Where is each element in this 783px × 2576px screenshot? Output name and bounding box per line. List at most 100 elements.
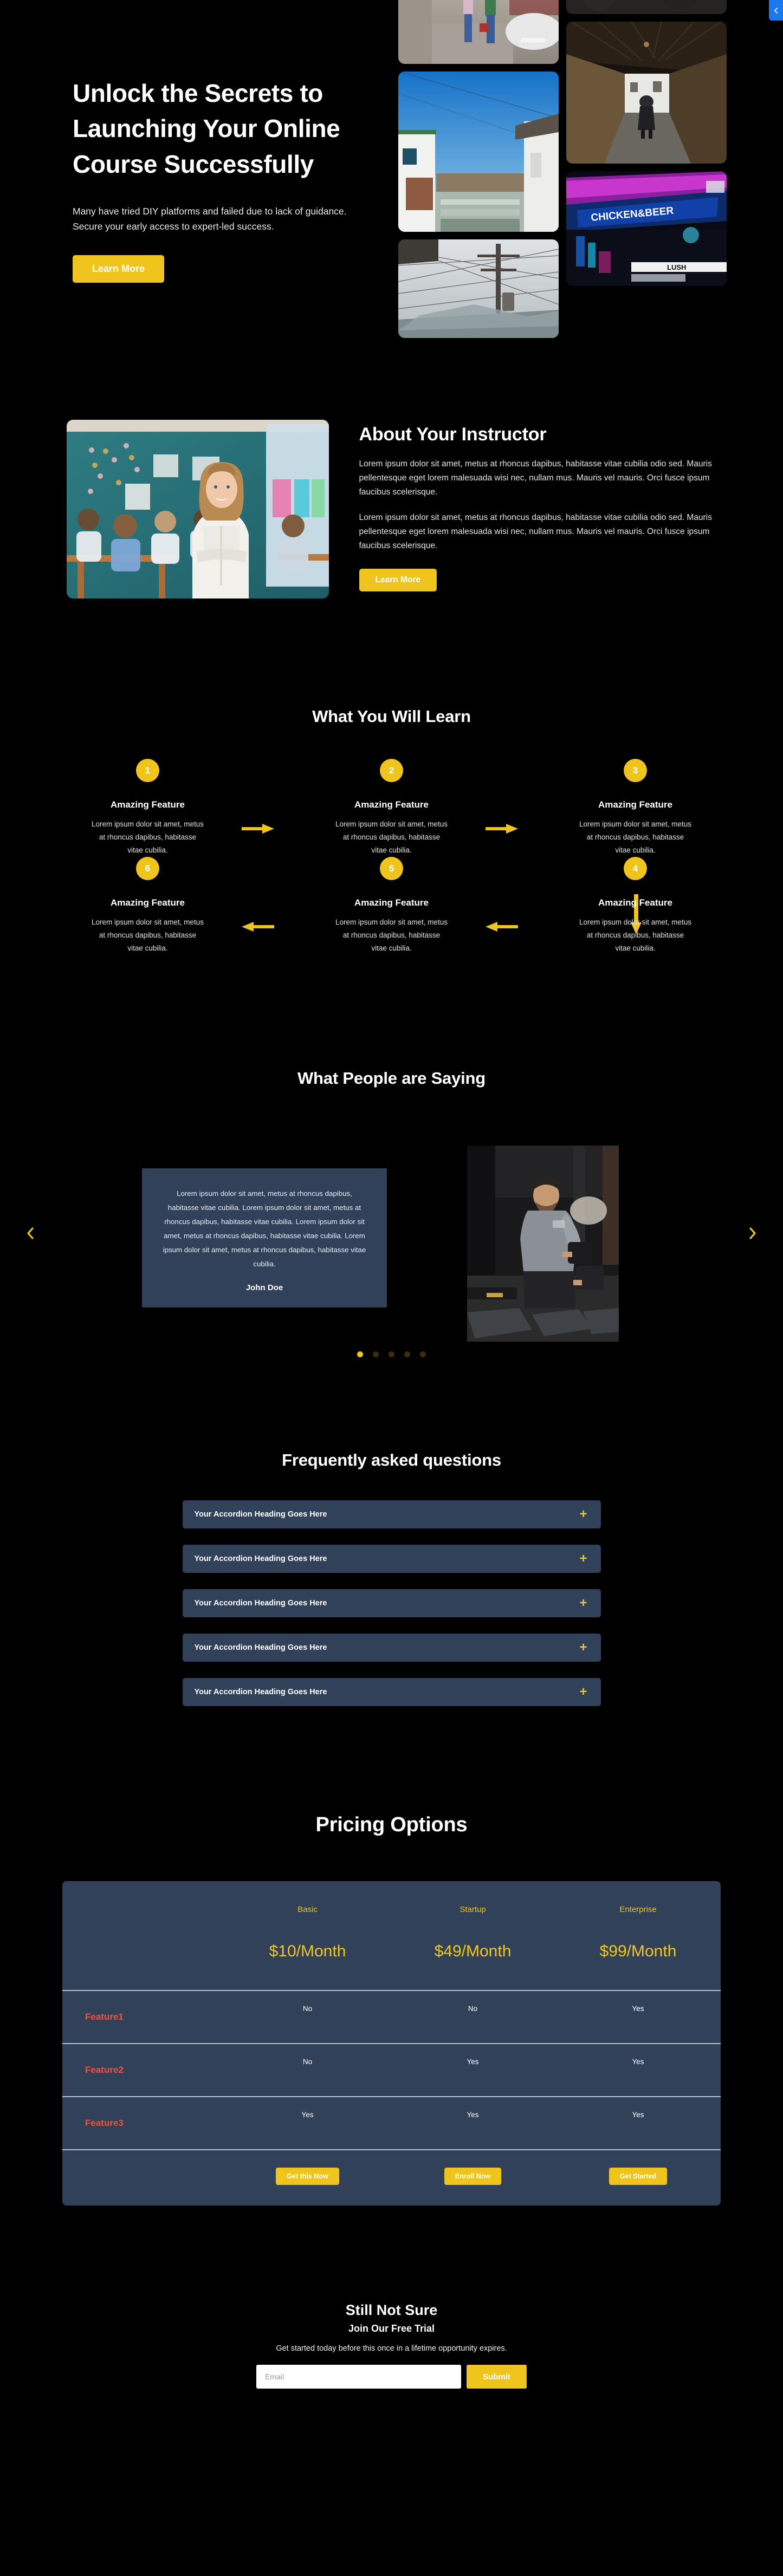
pricing-header-blank (62, 1928, 225, 1938)
plus-icon: + (579, 1507, 587, 1522)
pricing-feature-row-2: Feature2 No Yes Yes (62, 2043, 721, 2096)
instructor-section: About Your Instructor Lorem ipsum dolor … (0, 368, 783, 599)
instructor-photo (66, 420, 329, 599)
pricing-price-basic: $10/Month (269, 1942, 346, 1961)
pricing-feature-1-startup: No (468, 2004, 478, 2013)
pricing-button-startup[interactable]: Enroll Now (444, 2168, 502, 2185)
carousel-prev-button[interactable] (23, 1226, 38, 1241)
plus-icon: + (579, 1551, 587, 1566)
learn-title: What You Will Learn (312, 707, 471, 726)
pricing-button-basic[interactable]: Get this Now (276, 2168, 339, 2185)
pricing-feature-row-3: Feature3 Yes Yes Yes (62, 2096, 721, 2149)
faq-label-3: Your Accordion Heading Goes Here (194, 1599, 327, 1608)
learn-body-3: Lorem ipsum dolor sit amet, metus at rho… (579, 820, 692, 855)
pricing-feature-3-basic: Yes (301, 2110, 314, 2119)
learn-body-6: Lorem ipsum dolor sit amet, metus at rho… (91, 918, 204, 953)
svg-text:LUSH: LUSH (667, 263, 686, 271)
learn-badge-6: 6 (136, 857, 159, 881)
cta-section: Still Not Sure Join Our Free Trial Get s… (0, 2206, 783, 2427)
hero-image-neon-signs: CHICKEN&BEER LUSH (566, 171, 727, 286)
learn-badge-2: 2 (380, 759, 403, 782)
faq-label-1: Your Accordion Heading Goes Here (194, 1510, 327, 1519)
carousel-dot-2[interactable] (373, 1351, 379, 1358)
plus-icon: + (579, 1684, 587, 1700)
pricing-feature-2-enterprise: Yes (632, 2057, 644, 2066)
pricing-tier-basic: Basic $10/Month (225, 1900, 390, 1966)
learn-item-6: 6 Amazing Feature Lorem ipsum dolor sit … (69, 857, 227, 955)
chevron-left-icon (27, 1227, 34, 1239)
learn-item-3: 3 Amazing Feature Lorem ipsum dolor sit … (557, 759, 714, 857)
learn-item-5: 5 Amazing Feature Lorem ipsum dolor sit … (313, 857, 470, 955)
plus-icon: + (579, 1640, 587, 1655)
pricing-button-enterprise[interactable]: Get Started (609, 2168, 668, 2185)
pricing-price-enterprise: $99/Month (599, 1942, 677, 1961)
hero-image-street-walkers (398, 0, 559, 64)
faq-item-4[interactable]: Your Accordion Heading Goes Here + (182, 1634, 601, 1662)
learn-heading-5: Amazing Feature (354, 897, 429, 908)
testimonials-section: What People are Saying Lorem ipsum dolor… (0, 955, 783, 1358)
faq-label-2: Your Accordion Heading Goes Here (194, 1554, 327, 1564)
pricing-feature-2-basic: No (302, 2057, 313, 2066)
carousel-dot-1[interactable] (357, 1351, 363, 1358)
arrow-left-icon-2 (485, 921, 518, 933)
pricing-price-startup: $49/Month (434, 1942, 512, 1961)
pricing-tier-label-basic: Basic (297, 1905, 318, 1915)
faq-item-5[interactable]: Your Accordion Heading Goes Here + (182, 1678, 601, 1707)
submit-button[interactable]: Submit (467, 2365, 527, 2389)
pricing-feature-3-enterprise: Yes (632, 2110, 644, 2119)
carousel-dot-5[interactable] (420, 1351, 426, 1358)
chevron-right-icon (749, 1227, 756, 1239)
testimonial-photo (467, 1146, 619, 1342)
learn-item-1: 1 Amazing Feature Lorem ipsum dolor sit … (69, 759, 227, 857)
instructor-learn-more-button[interactable]: Learn More (359, 569, 437, 592)
cta-form: Submit (0, 2365, 783, 2389)
testimonials-title: What People are Saying (297, 1069, 486, 1088)
faq-label-4: Your Accordion Heading Goes Here (194, 1643, 327, 1653)
pricing-table: Basic $10/Month Startup $49/Month Enterp… (62, 1881, 721, 2206)
faq-item-3[interactable]: Your Accordion Heading Goes Here + (182, 1589, 601, 1618)
learn-item-2: 2 Amazing Feature Lorem ipsum dolor sit … (313, 759, 470, 857)
pricing-tier-startup: Startup $49/Month (390, 1900, 555, 1966)
pricing-button-cell-enterprise: Get Started (555, 2162, 721, 2190)
hero-section: CHICKEN&BEER LUSH Unlock the Secrets to … (0, 0, 783, 368)
hero-copy: Unlock the Secrets to Launching Your Onl… (73, 76, 349, 283)
cta-text: Get started today before this once in a … (276, 2344, 507, 2353)
faq-item-2[interactable]: Your Accordion Heading Goes Here + (182, 1545, 601, 1573)
pricing-feature-2-startup: Yes (467, 2057, 479, 2066)
pricing-buttons-blank (62, 2171, 225, 2182)
pricing-title: Pricing Options (315, 1813, 468, 1837)
learn-row-bottom: 6 Amazing Feature Lorem ipsum dolor sit … (69, 857, 714, 955)
carousel-dot-4[interactable] (404, 1351, 410, 1358)
learn-row-top: 1 Amazing Feature Lorem ipsum dolor sit … (69, 759, 714, 857)
hero-learn-more-button[interactable]: Learn More (73, 255, 165, 283)
cta-heading: Still Not Sure (345, 2302, 438, 2319)
learn-body-1: Lorem ipsum dolor sit amet, metus at rho… (91, 820, 204, 855)
hero-image-collage: CHICKEN&BEER LUSH (398, 0, 783, 368)
collage-column-left (398, 0, 559, 368)
cta-subheading: Join Our Free Trial (348, 2323, 435, 2334)
testimonial-quote: Lorem ipsum dolor sit amet, metus at rho… (163, 1189, 366, 1268)
learn-heading-6: Amazing Feature (111, 897, 185, 908)
carousel-dot-3[interactable] (389, 1351, 394, 1358)
learn-badge-1: 1 (136, 759, 159, 782)
edge-panel-toggle-button[interactable] (769, 0, 783, 21)
pricing-button-cell-startup: Enroll Now (390, 2162, 555, 2190)
hero-image-power-lines (398, 239, 559, 338)
testimonial-card: Lorem ipsum dolor sit amet, metus at rho… (142, 1168, 387, 1307)
faq-item-1[interactable]: Your Accordion Heading Goes Here + (182, 1500, 601, 1529)
email-input[interactable] (256, 2365, 462, 2389)
pricing-tier-label-enterprise: Enterprise (619, 1905, 657, 1915)
pricing-button-cell-basic: Get this Now (225, 2162, 390, 2190)
hero-image-dark-texture (566, 0, 727, 14)
faq-title: Frequently asked questions (282, 1450, 501, 1470)
testimonial-carousel: Lorem ipsum dolor sit amet, metus at rho… (0, 1146, 783, 1342)
collage-column-right: CHICKEN&BEER LUSH (566, 0, 727, 368)
carousel-next-button[interactable] (745, 1226, 760, 1241)
faq-label-5: Your Accordion Heading Goes Here (194, 1688, 327, 1697)
hero-subtitle: Many have tried DIY platforms and failed… (73, 205, 347, 232)
learn-section: What You Will Learn 1 Amazing Feature Lo… (0, 599, 783, 955)
hero-image-covered-bridge (566, 22, 727, 164)
learn-badge-5: 5 (380, 857, 403, 881)
pricing-tier-enterprise: Enterprise $99/Month (555, 1900, 721, 1966)
learn-heading-2: Amazing Feature (354, 799, 429, 810)
